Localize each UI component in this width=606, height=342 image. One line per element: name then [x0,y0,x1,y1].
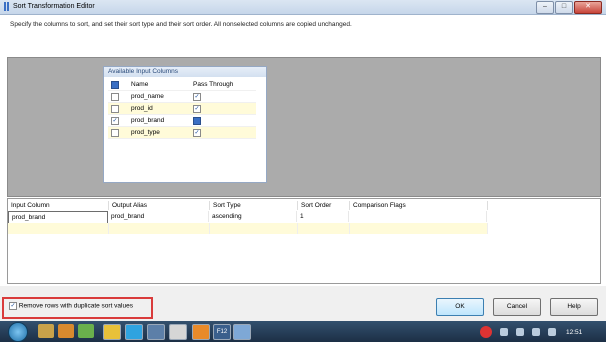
visual-studio-icon[interactable] [192,324,210,340]
select-checkbox[interactable] [111,128,119,137]
remove-duplicates-label: Remove rows with duplicate sort values [18,302,133,310]
sort-grid-header: Input Column Output Alias Sort Type Sort… [8,201,488,210]
ok-button[interactable]: OK [436,298,484,316]
notification-icon[interactable] [480,326,492,338]
firefox-icon[interactable] [78,324,94,338]
output-alias-cell[interactable]: prod_brand [108,211,209,222]
cancel-button[interactable]: Cancel [493,298,541,316]
pass-through-checkbox[interactable] [193,116,201,125]
input-column-header: Input Column [8,201,109,210]
sort-order-header: Sort Order [298,201,350,210]
windows-explorer-icon[interactable] [38,324,54,338]
output-alias-header: Output Alias [109,201,210,210]
table-row[interactable]: prod_brand prod_brand ascending 1 [8,211,487,224]
empty-new-row[interactable] [8,223,488,234]
column-name: prod_name [128,90,190,103]
pass-through-header: Pass Through [190,79,256,91]
select-checkbox[interactable] [111,92,119,101]
action-center-icon[interactable] [548,328,556,336]
close-button[interactable]: ✕ [574,1,602,14]
available-columns-panel: Available Input Columns Name Pass Throug… [103,66,267,183]
window-icon[interactable] [233,324,251,340]
f12-icon[interactable]: F12 [213,324,231,340]
column-designer-area [7,57,601,197]
sort-order-cell[interactable]: 1 [297,211,349,222]
column-name: prod_id [128,102,190,115]
comparison-flags-cell[interactable] [349,211,487,222]
window-title: Sort Transformation Editor [13,3,95,10]
select-all-checkbox[interactable] [111,80,119,89]
available-column-row[interactable]: prod_id ✓ [108,102,256,115]
comparison-flags-header: Comparison Flags [350,201,488,210]
available-column-row[interactable]: ✓ prod_brand [108,114,256,127]
sort-columns-grid: Input Column Output Alias Sort Type Sort… [7,198,601,284]
pass-through-checkbox[interactable]: ✓ [193,104,201,113]
pass-through-checkbox[interactable]: ✓ [193,128,201,137]
remove-duplicates-option[interactable]: ✓ Remove rows with duplicate sort values [9,302,133,310]
pass-through-checkbox[interactable]: ✓ [193,92,201,101]
available-column-row[interactable]: prod_type ✓ [108,126,256,139]
available-columns-header: Name Pass Through [108,79,256,91]
column-name: prod_type [128,126,190,139]
maximize-button[interactable]: □ [555,1,573,14]
select-checkbox[interactable]: ✓ [111,116,119,125]
clock[interactable]: 12:51 [566,329,582,336]
sort-type-cell[interactable]: ascending [209,211,297,222]
remove-duplicates-checkbox[interactable]: ✓ [9,302,17,310]
description-text: Specify the columns to sort, and set the… [10,21,352,28]
power-icon[interactable] [532,328,540,336]
ssis-icon[interactable] [147,324,165,340]
available-columns-table: Name Pass Through prod_name ✓ prod_id ✓ … [108,79,256,139]
available-column-row[interactable]: prod_name ✓ [108,90,256,103]
ssis-transform-icon [4,2,9,11]
column-name: prod_brand [128,114,190,127]
chrome-icon[interactable] [103,324,121,340]
title-bar: Sort Transformation Editor – □ ✕ [0,0,606,15]
start-orb[interactable] [8,322,28,342]
help-button[interactable]: Help [550,298,598,316]
media-player-icon[interactable] [58,324,74,338]
notepad-icon[interactable] [169,324,187,340]
available-columns-title: Available Input Columns [104,67,266,77]
skype-icon[interactable] [125,324,143,340]
sort-type-header: Sort Type [210,201,298,210]
name-header: Name [128,79,190,91]
volume-icon[interactable] [516,328,524,336]
network-icon[interactable] [500,328,508,336]
minimize-button[interactable]: – [536,1,554,14]
select-checkbox[interactable] [111,104,119,113]
